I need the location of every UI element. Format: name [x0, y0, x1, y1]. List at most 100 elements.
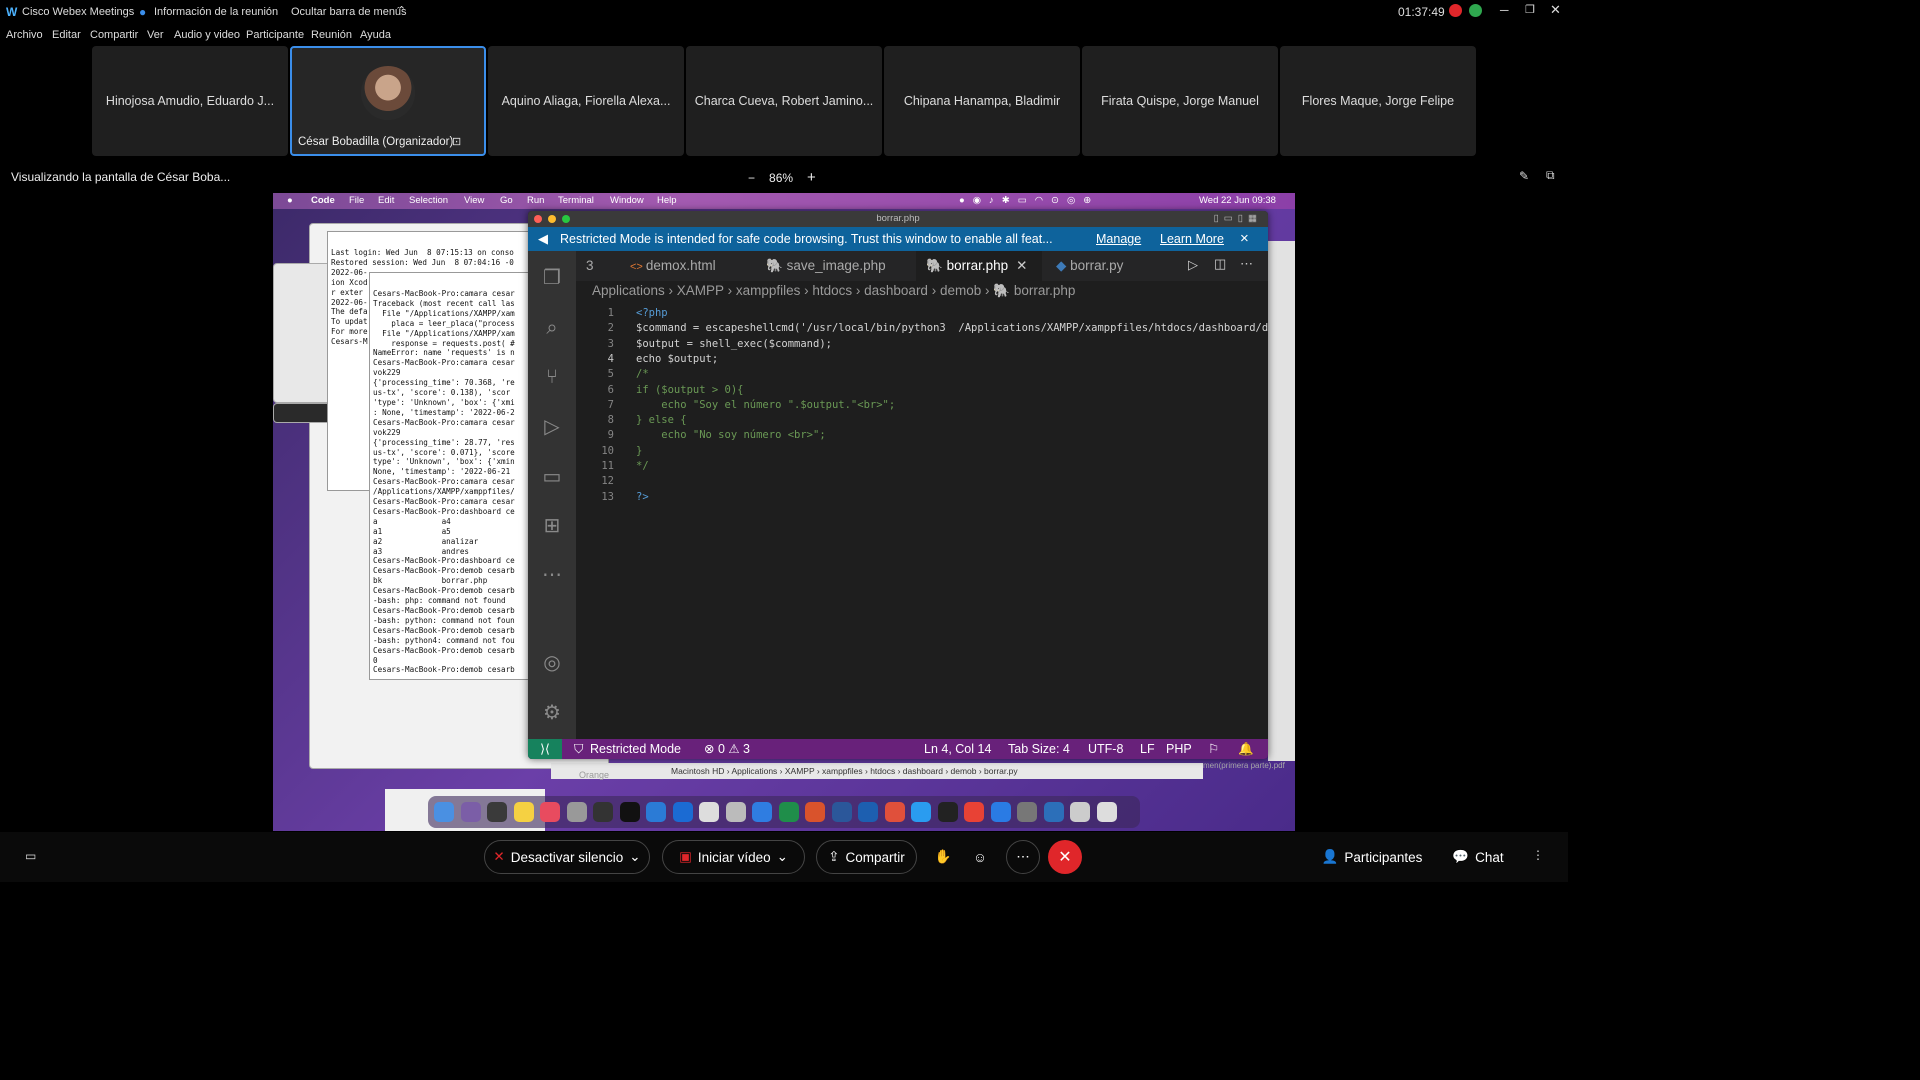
end-call-button[interactable]: ✕ [1048, 840, 1082, 874]
participant-tile[interactable]: Aquino Aliaga, Fiorella Alexa... [488, 46, 684, 156]
menu-participante[interactable]: Participante [246, 29, 304, 41]
breadcrumb-item[interactable]: demob [940, 283, 981, 298]
participant-tile-organizer[interactable]: César Bobadilla (Organizador) ⊡ [290, 46, 486, 156]
layout-icons[interactable]: ▯▭▯▦ [1214, 211, 1262, 227]
cursor-position[interactable]: Ln 4, Col 14 [924, 739, 991, 759]
start-video-button[interactable]: ▣ Iniciar vídeo ⌄ [662, 840, 805, 874]
dock-app-icon[interactable] [619, 802, 640, 822]
extensions-icon[interactable]: ⊞ [540, 514, 564, 538]
restore-button[interactable]: ❐ [1525, 3, 1535, 16]
dock-app-icon[interactable] [540, 802, 560, 822]
breadcrumb-item[interactable]: Applications [592, 283, 665, 298]
menu-ver[interactable]: Ver [147, 29, 164, 41]
mac-menu-terminal[interactable]: Terminal [558, 195, 594, 206]
dock-app-icon[interactable] [1017, 802, 1037, 822]
zoom-out-button[interactable]: − [748, 171, 755, 185]
meeting-info-button[interactable]: Información de la reunión [154, 6, 278, 18]
tab-save-image-php[interactable]: 🐘 save_image.php [756, 251, 916, 281]
zoom-dot[interactable] [562, 215, 570, 223]
dock-app-icon[interactable] [487, 802, 507, 822]
dock-app-icon[interactable] [1070, 802, 1090, 822]
menu-audio-video[interactable]: Audio y video [174, 29, 240, 41]
menu-compartir[interactable]: Compartir [90, 29, 138, 41]
participant-tile[interactable]: Flores Maque, Jorge Felipe [1280, 46, 1476, 156]
close-button[interactable]: ✕ [1550, 2, 1561, 18]
dock-app-icon[interactable] [805, 802, 825, 822]
remote-icon[interactable]: ⟩⟨ [528, 739, 562, 759]
tab-size[interactable]: Tab Size: 4 [1008, 739, 1070, 759]
manage-link[interactable]: Manage [1096, 227, 1141, 251]
dock-app-icon[interactable] [725, 802, 746, 822]
breadcrumb-item[interactable]: dashboard [864, 283, 928, 298]
dock-app-icon[interactable] [884, 802, 905, 822]
dock-app-icon[interactable] [566, 802, 587, 822]
problems-status[interactable]: ⊗ 0 ⚠ 3 [704, 739, 750, 759]
split-editor-icon[interactable]: ◫ [1214, 256, 1226, 272]
mac-menu-code[interactable]: Code [311, 195, 335, 206]
menu-ayuda[interactable]: Ayuda [360, 29, 391, 41]
more-icon[interactable]: ⋯ [540, 563, 564, 587]
dock-app-icon[interactable] [1043, 802, 1064, 822]
language-mode[interactable]: PHP [1166, 739, 1192, 759]
more-panels-icon[interactable]: ⋮ [1532, 848, 1544, 862]
tab-close-icon[interactable]: ✕ [1016, 258, 1027, 273]
learn-more-link[interactable]: Learn More [1160, 227, 1224, 251]
zoom-in-button[interactable]: + [807, 169, 816, 186]
chevron-down-icon[interactable]: ⌄ [777, 849, 788, 865]
minimize-button[interactable]: ─ [1500, 3, 1509, 17]
tab-borrar-php[interactable]: 🐘 borrar.php ✕ [916, 251, 1042, 281]
eol[interactable]: LF [1140, 739, 1155, 759]
popout-icon[interactable]: ⧉ [1546, 168, 1555, 183]
chat-button[interactable]: 💬 Chat [1448, 840, 1508, 874]
mac-menu-view[interactable]: View [464, 195, 484, 206]
dock-app-icon[interactable] [699, 802, 719, 822]
account-icon[interactable]: ◎ [540, 651, 564, 675]
hide-menu-button[interactable]: Ocultar barra de menús [291, 6, 407, 18]
run-debug-icon[interactable]: ▷ [540, 415, 564, 439]
mac-menu-run[interactable]: Run [527, 195, 544, 206]
reactions-button[interactable]: ☺ [965, 840, 995, 874]
breadcrumb-item[interactable]: xamppfiles [736, 283, 801, 298]
dock-app-icon[interactable] [990, 802, 1011, 822]
participants-button[interactable]: 👤 Participantes [1316, 840, 1428, 874]
explorer-icon[interactable]: ❐ [540, 266, 564, 290]
remote-explorer-icon[interactable]: ▭ [540, 465, 564, 489]
dock-app-icon[interactable] [831, 802, 852, 822]
more-actions-icon[interactable]: ⋯ [1240, 256, 1253, 272]
menu-reunion[interactable]: Reunión [311, 29, 352, 41]
chevron-down-icon[interactable]: ⌄ [629, 849, 640, 865]
search-icon[interactable]: ⌕ [540, 316, 564, 340]
mac-menu-file[interactable]: File [349, 195, 364, 206]
menu-editar[interactable]: Editar [52, 29, 81, 41]
annotate-icon[interactable]: ✎ [1519, 169, 1529, 183]
tab-demox-html[interactable]: <> demox.html [620, 251, 750, 281]
captions-icon[interactable]: ▭ [25, 849, 36, 863]
dock-app-icon[interactable] [672, 802, 693, 822]
menu-archivo[interactable]: Archivo [6, 29, 43, 41]
banner-close-icon[interactable]: × [1240, 227, 1249, 251]
participant-tile[interactable]: Hinojosa Amudio, Eduardo J... [92, 46, 288, 156]
dock-app-icon[interactable] [646, 802, 666, 822]
raise-hand-button[interactable]: ✋ [928, 840, 958, 874]
mac-menu-window[interactable]: Window [610, 195, 644, 206]
dock-app-icon[interactable] [434, 802, 454, 822]
share-button[interactable]: ⇪ Compartir [816, 840, 917, 874]
participant-tile[interactable]: Chipana Hanampa, Bladimir [884, 46, 1080, 156]
breadcrumb-item[interactable]: borrar.php [1014, 283, 1076, 298]
chevron-up-icon[interactable]: ⌃ [397, 4, 406, 17]
tab-borrar-py[interactable]: ◆ borrar.py [1046, 251, 1166, 281]
settings-gear-icon[interactable]: ⚙ [540, 701, 564, 725]
dock-app-icon[interactable] [778, 802, 799, 822]
dock-app-icon[interactable] [937, 802, 958, 822]
participant-tile[interactable]: Firata Quispe, Jorge Manuel [1082, 46, 1278, 156]
apple-icon[interactable]: ● [287, 195, 293, 206]
unmute-button[interactable]: ✕ Desactivar silencio ⌄ [484, 840, 650, 874]
feedback-icon[interactable]: ⚐ [1208, 739, 1219, 759]
dock-app-icon[interactable] [858, 802, 878, 822]
dock-app-icon[interactable] [593, 802, 613, 822]
dock-app-icon[interactable] [911, 802, 931, 822]
breadcrumb-item[interactable]: XAMPP [677, 283, 724, 298]
restricted-mode-status[interactable]: Restricted Mode [590, 739, 681, 759]
mac-menu-selection[interactable]: Selection [409, 195, 448, 206]
mac-menu-go[interactable]: Go [500, 195, 513, 206]
